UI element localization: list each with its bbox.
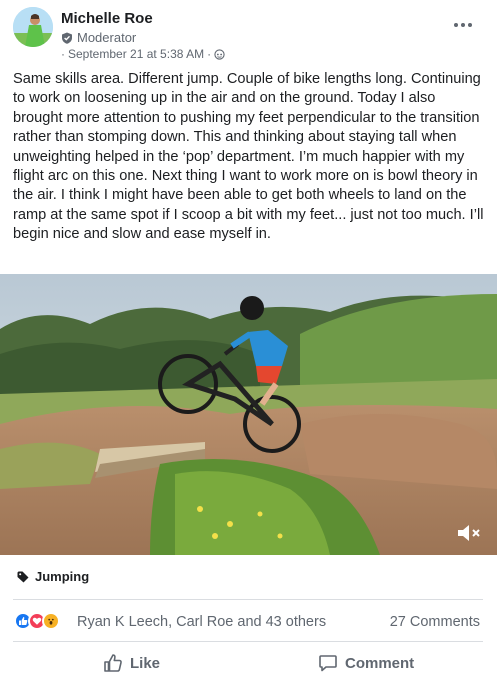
post-meta: · September 21 at 5:38 AM ·	[61, 47, 225, 61]
post-timestamp[interactable]: September 21 at 5:38 AM	[68, 47, 204, 61]
globe-icon[interactable]	[214, 48, 225, 60]
like-label: Like	[130, 654, 161, 672]
comments-count[interactable]: 27 Comments	[390, 614, 480, 630]
post-body: Same skills area. Different jump. Couple…	[13, 71, 484, 243]
post-video[interactable]	[0, 274, 497, 555]
author-avatar[interactable]	[13, 7, 53, 47]
thumbs-up-icon	[104, 654, 122, 672]
wow-icon	[42, 612, 60, 630]
role-label: Moderator	[77, 30, 137, 45]
more-options-icon[interactable]	[451, 18, 475, 32]
divider-top	[13, 599, 483, 600]
speaker-muted-icon[interactable]	[456, 522, 482, 544]
tag-icon	[17, 571, 29, 582]
comment-label: Comment	[345, 654, 415, 672]
role-badge: Moderator	[61, 30, 136, 45]
author-name[interactable]: Michelle Roe	[61, 10, 153, 27]
divider-bottom	[13, 641, 483, 642]
tag-label: Jumping	[35, 569, 90, 584]
meta-separator-2: ·	[207, 47, 212, 61]
shield-icon	[62, 32, 72, 44]
post-tag[interactable]: Jumping	[17, 569, 89, 584]
reactors-text[interactable]: Ryan K Leech, Carl Roe and 43 others	[77, 614, 326, 630]
reaction-icons[interactable]	[14, 612, 60, 630]
post-header: Michelle Roe Moderator · September 21 at…	[0, 0, 497, 64]
like-button[interactable]: Like	[103, 653, 160, 673]
meta-separator: ·	[61, 47, 65, 61]
video-frame	[0, 274, 497, 555]
comment-icon	[319, 655, 337, 672]
comment-button[interactable]: Comment	[318, 653, 414, 673]
